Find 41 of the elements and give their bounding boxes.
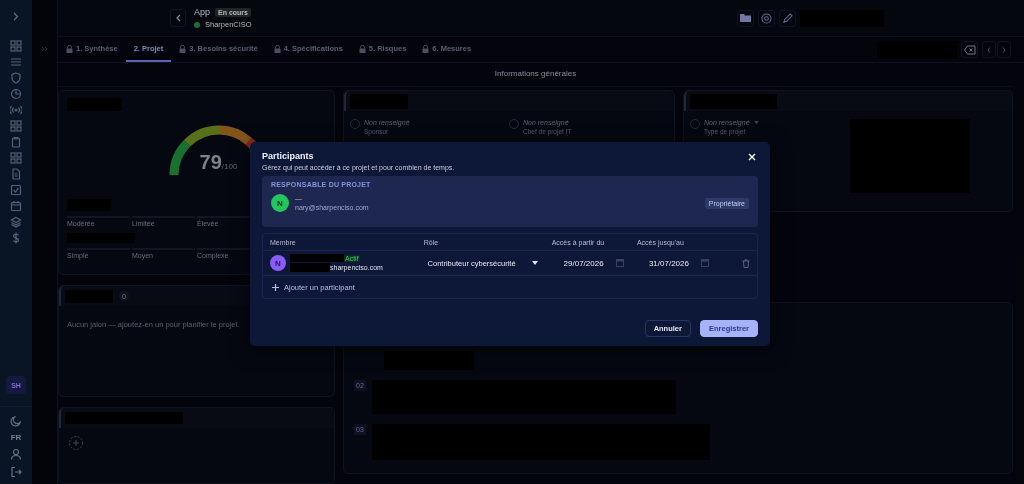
- expand-sidebar-button[interactable]: [11, 10, 21, 22]
- grid-icon[interactable]: [8, 120, 24, 132]
- grid-icon[interactable]: [8, 40, 24, 52]
- calendar-icon: [700, 259, 709, 267]
- logout-icon[interactable]: [10, 466, 22, 478]
- caret-icon: [753, 121, 759, 124]
- edit-icon[interactable]: [779, 9, 796, 27]
- calendar-icon: [615, 259, 624, 267]
- check-icon[interactable]: [8, 184, 24, 196]
- redacted-block: [290, 263, 330, 272]
- avatar: N: [271, 194, 289, 212]
- clear-icon[interactable]: [961, 41, 978, 58]
- user-icon[interactable]: [10, 448, 22, 460]
- calendar-icon[interactable]: [8, 200, 24, 212]
- date-field[interactable]: 31/07/2026: [648, 258, 695, 268]
- shield-icon[interactable]: [8, 72, 24, 84]
- caret-icon: [531, 261, 538, 265]
- signal-icon[interactable]: [8, 104, 24, 116]
- pie-icon[interactable]: [8, 88, 24, 100]
- dialog-title: Participants: [262, 151, 315, 161]
- double-chevron-icon[interactable]: [41, 46, 48, 52]
- organization-icon: [194, 21, 200, 28]
- language-button[interactable]: FR: [10, 433, 22, 442]
- add-icon[interactable]: [69, 436, 83, 450]
- section-title: Informations générales: [58, 63, 1013, 87]
- chevron-left-icon: [175, 14, 181, 22]
- back-button[interactable]: [170, 9, 186, 27]
- close-icon[interactable]: [746, 151, 758, 163]
- moon-icon[interactable]: [10, 415, 22, 427]
- chevron-right-icon: [1002, 46, 1006, 53]
- list-icon[interactable]: [8, 56, 24, 68]
- grid-icon[interactable]: [8, 152, 24, 164]
- project-title: App: [194, 7, 210, 17]
- score-max: /100: [221, 162, 238, 171]
- chevron-left-icon: [987, 46, 991, 53]
- layers-icon[interactable]: [8, 216, 24, 228]
- plus-icon: [272, 283, 279, 291]
- score-value: 79: [199, 151, 222, 173]
- avatar: N: [270, 255, 286, 271]
- folder-icon[interactable]: [737, 9, 754, 27]
- date-field[interactable]: 29/07/2026: [563, 258, 610, 268]
